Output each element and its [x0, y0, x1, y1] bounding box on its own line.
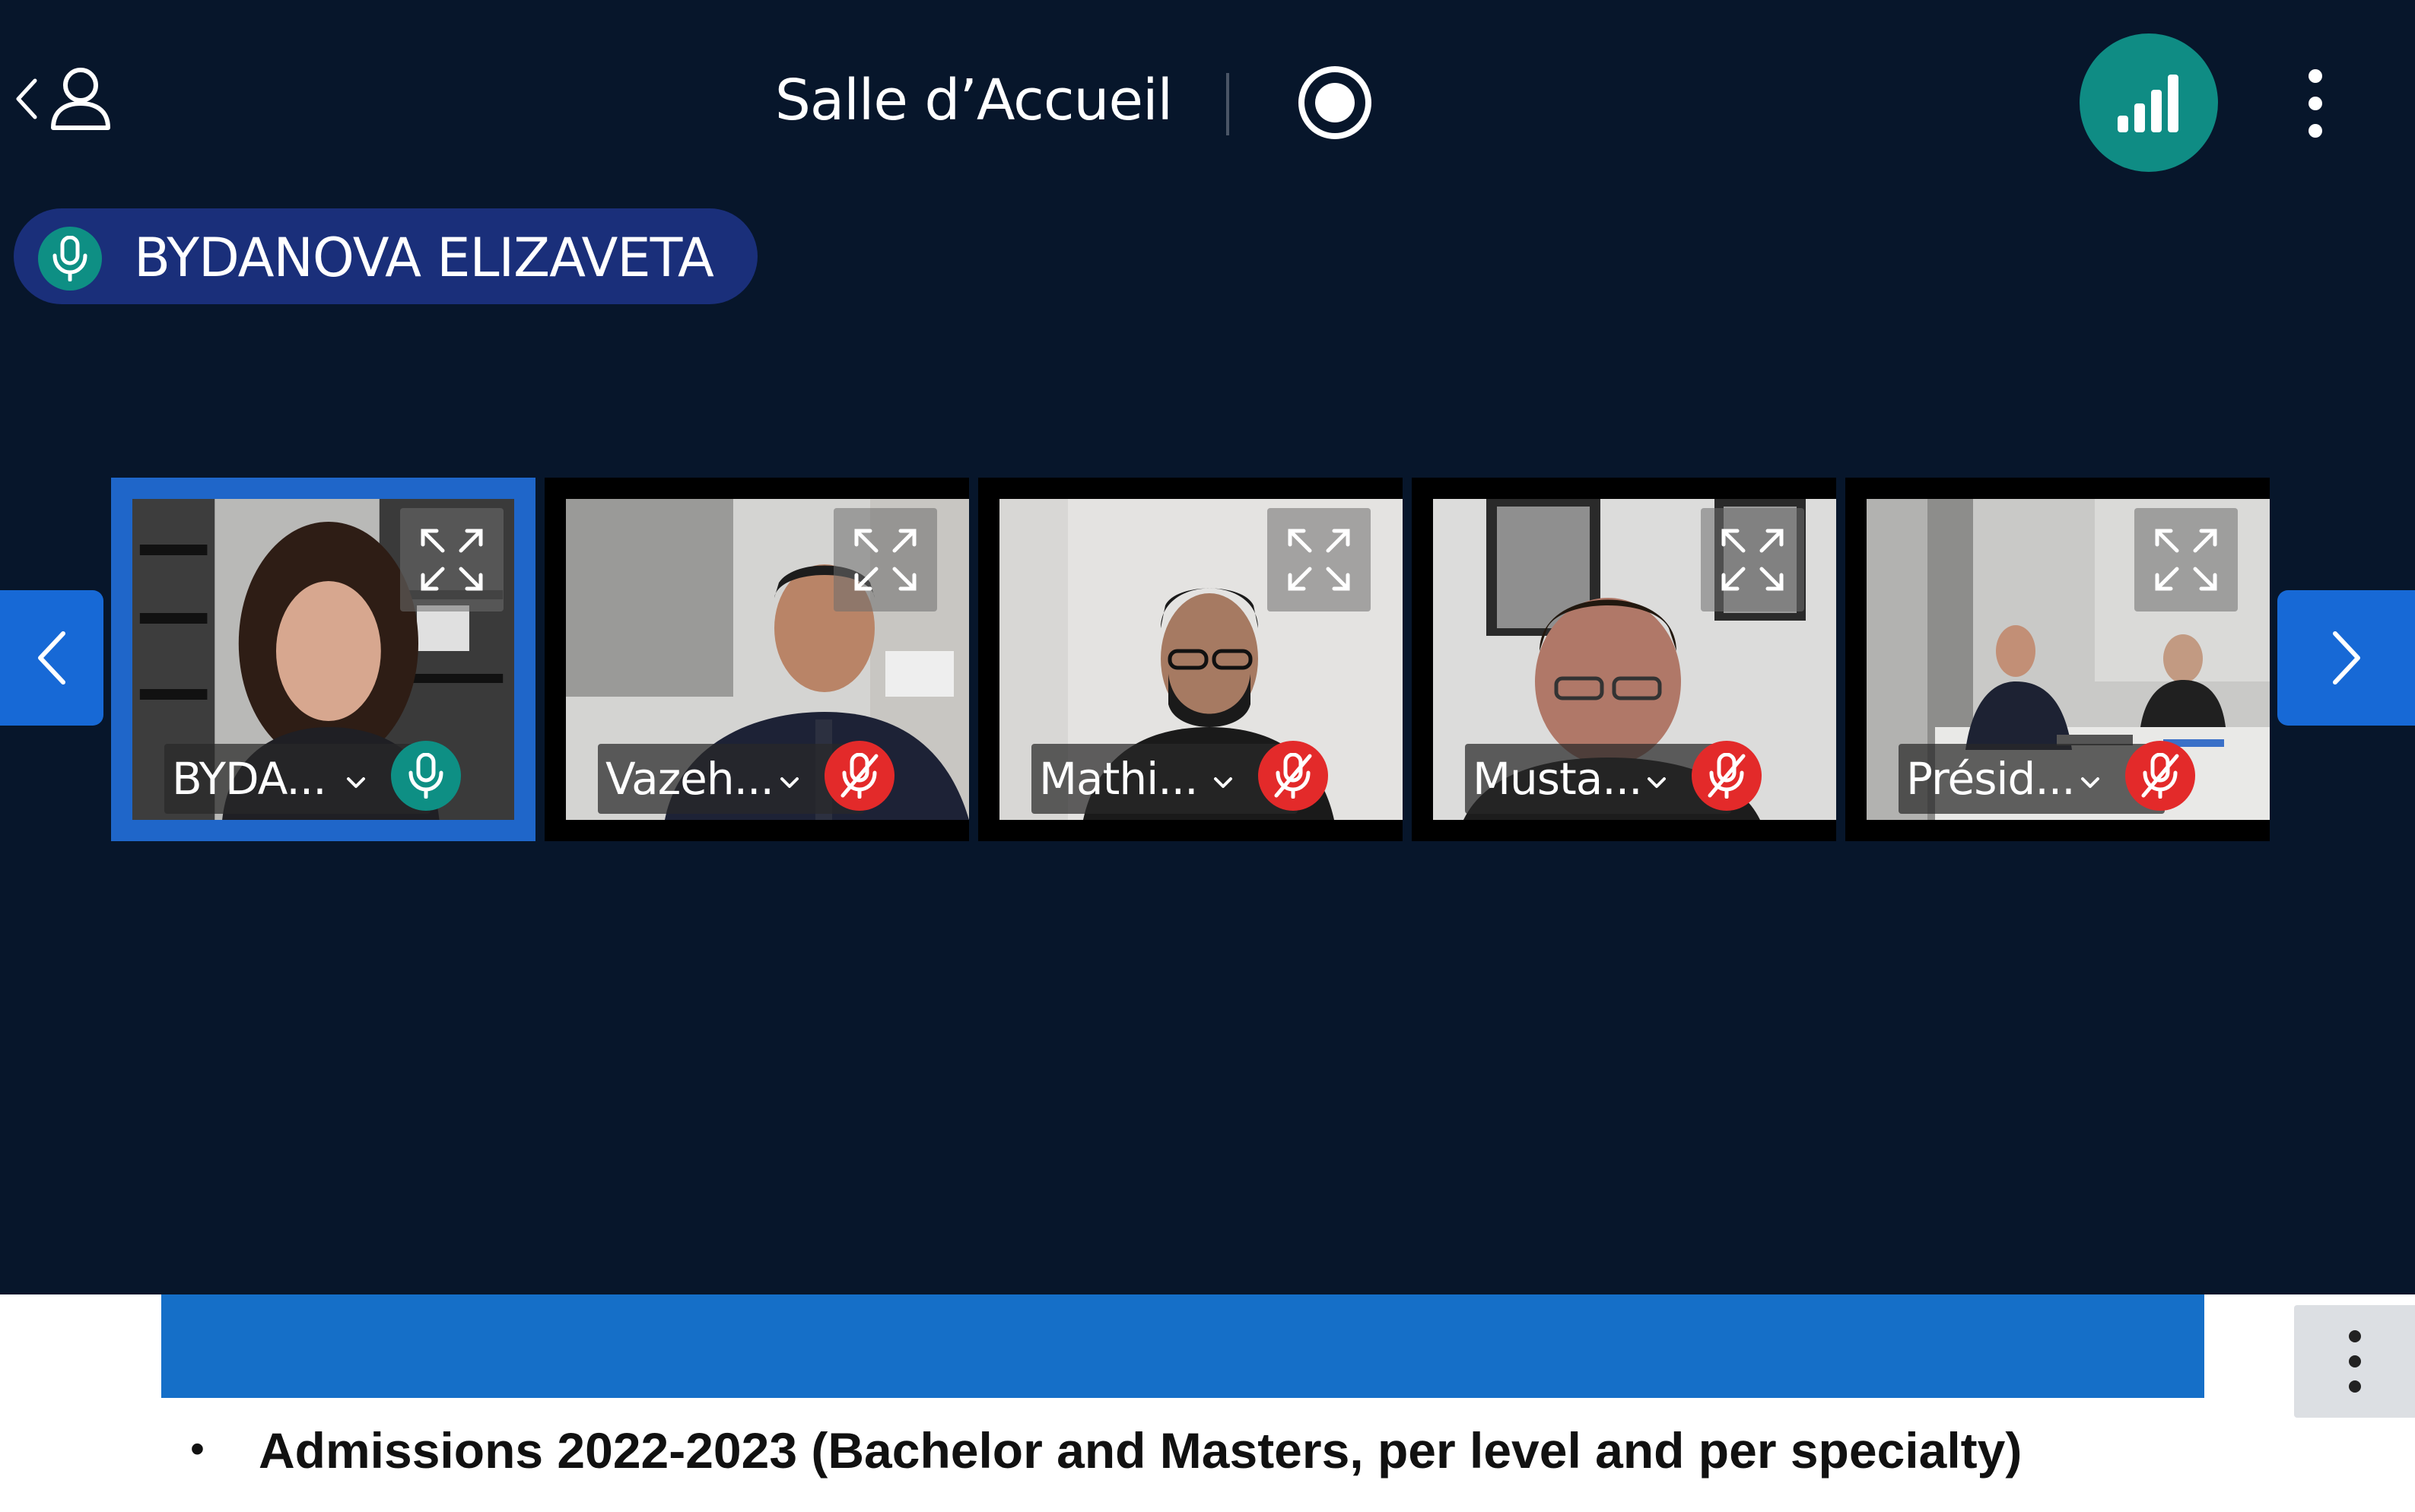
microphone-muted-icon	[1692, 741, 1762, 811]
chevron-down-icon[interactable]	[344, 774, 368, 791]
participant-name: Mathi...	[1039, 753, 1199, 805]
participant-name: BYDA...	[172, 753, 327, 805]
active-speaker-name: BYDANOVA ELIZAVETA	[134, 227, 714, 289]
slide-bullet: •	[190, 1426, 205, 1472]
person-icon[interactable]	[44, 62, 117, 135]
title-divider	[1226, 73, 1229, 135]
microphone-muted-icon	[1258, 741, 1328, 811]
participant-name: Vazeh...	[605, 753, 773, 805]
microphone-icon	[391, 741, 461, 811]
video-tile[interactable]: Vazeh...	[545, 478, 969, 841]
carousel-prev-button[interactable]	[0, 590, 103, 726]
chevron-left-icon[interactable]	[14, 76, 40, 122]
expand-icon[interactable]	[1701, 508, 1804, 611]
expand-icon[interactable]	[2134, 508, 2238, 611]
chevron-down-icon[interactable]	[2078, 774, 2102, 791]
microphone-muted-icon	[825, 741, 895, 811]
room-title: Salle d’Accueil	[774, 68, 1173, 133]
record-icon[interactable]	[1293, 61, 1377, 145]
slide-banner	[161, 1294, 2204, 1398]
signal-bars-icon	[2118, 75, 2178, 132]
video-tile[interactable]: Présid...	[1845, 478, 2270, 841]
chevron-right-icon	[2332, 631, 2360, 685]
carousel-next-button[interactable]	[2277, 590, 2415, 726]
slide-text: Admissions 2022-2023 (Bachelor and Maste…	[259, 1422, 2023, 1479]
vertical-dots-icon	[2348, 1330, 2361, 1393]
microphone-muted-icon	[2125, 741, 2195, 811]
network-status-button[interactable]	[2080, 33, 2218, 172]
vertical-dots-icon[interactable]	[2293, 65, 2338, 141]
chevron-down-icon[interactable]	[1211, 774, 1235, 791]
participant-name: Musta...	[1473, 753, 1640, 805]
video-tile[interactable]: Mathi...	[978, 478, 1403, 841]
video-tile[interactable]: Musta...	[1412, 478, 1836, 841]
chevron-down-icon[interactable]	[777, 774, 802, 791]
video-tile[interactable]: BYDA...	[111, 478, 535, 841]
microphone-icon	[38, 227, 102, 291]
expand-icon[interactable]	[400, 508, 504, 611]
slide-options-button[interactable]	[2294, 1305, 2415, 1418]
chevron-left-icon	[38, 631, 65, 685]
expand-icon[interactable]	[834, 508, 937, 611]
participant-name: Présid...	[1906, 753, 2073, 805]
chevron-down-icon[interactable]	[1644, 774, 1669, 791]
expand-icon[interactable]	[1267, 508, 1371, 611]
